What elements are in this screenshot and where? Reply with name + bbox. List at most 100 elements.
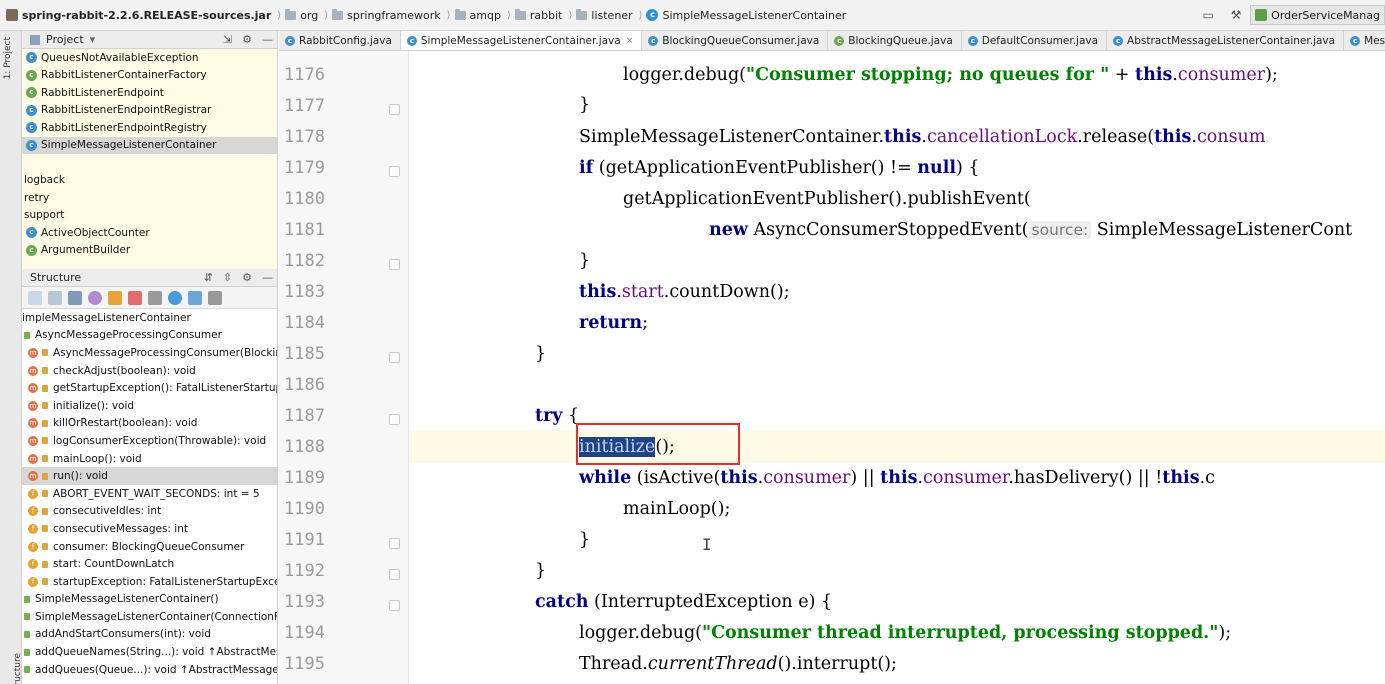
code-line-1177: } xyxy=(579,95,591,115)
expand-icon[interactable] xyxy=(208,290,222,305)
filter-icon[interactable] xyxy=(148,290,162,305)
structure-tree-item[interactable]: m getStartupException(): FatalListenerSta… xyxy=(22,379,277,397)
toolbar-right: ▭ ⚒ OrderServiceManag xyxy=(1194,4,1385,26)
autoscroll-icon[interactable] xyxy=(168,290,182,305)
hide-icon[interactable]: — xyxy=(262,271,273,284)
breadcrumb-amqp[interactable]: amqp xyxy=(454,8,501,22)
folder-icon xyxy=(332,8,344,20)
editor-tab[interactable]: c DefaultConsumer.java xyxy=(962,31,1108,50)
lambda-icon[interactable] xyxy=(188,290,202,305)
structure-tree-label: start: CountDownLatch xyxy=(53,558,175,571)
project-tree-item[interactable]: c RabbitListenerEndpointRegistry xyxy=(22,119,277,137)
breadcrumb-org[interactable]: org xyxy=(285,8,318,22)
dropdown-arrow-icon[interactable]: ▾ xyxy=(90,33,96,46)
private-lock-icon xyxy=(42,455,48,463)
show-fields-icon[interactable] xyxy=(108,290,122,305)
build-hammer-icon[interactable]: ⚒ xyxy=(1228,7,1244,23)
breadcrumb-listener[interactable]: listener xyxy=(576,8,633,22)
structure-tree-item[interactable]: f startupException: FatalListenerStartupE… xyxy=(22,573,277,591)
editor-tab[interactable]: c SimpleMessageListenerContainer.java × xyxy=(400,31,643,50)
editor-tab[interactable]: c BlockingQueue.java xyxy=(828,31,962,50)
collapse-all-icon[interactable]: ⇳ xyxy=(223,271,232,284)
class-icon: c xyxy=(1113,36,1124,46)
expand-all-icon[interactable]: ⇵ xyxy=(204,271,213,284)
structure-tree-label: startupException: FatalListenerStartupEx… xyxy=(53,575,278,588)
code-line-1187: try { xyxy=(535,406,580,426)
fold-marker-icon[interactable] xyxy=(389,352,400,363)
project-tree-item[interactable]: c SimpleMessageListenerContainer xyxy=(22,136,277,154)
structure-tree-item[interactable]: f ABORT_EVENT_WAIT_SECONDS: int = 5 xyxy=(22,485,277,503)
fold-marker-icon[interactable] xyxy=(389,259,400,270)
private-lock-icon xyxy=(42,384,48,392)
breadcrumb-jar[interactable]: spring-rabbit-2.2.6.RELEASE-sources.jar xyxy=(6,9,271,22)
breadcrumb-separator: ⟩ xyxy=(324,9,329,21)
show-non-public-icon[interactable] xyxy=(128,290,142,305)
sort-visibility-icon[interactable] xyxy=(48,290,62,305)
structure-tool-tab[interactable]: 7: Structure xyxy=(3,653,23,684)
structure-tree-item[interactable]: m run(): void xyxy=(22,467,277,485)
gear-icon[interactable]: ⚙ xyxy=(242,33,252,46)
structure-tree-item[interactable]: addQueues(Queue...): void ↑AbstractMessa… xyxy=(22,661,277,679)
visibility-icon xyxy=(24,630,30,638)
editor-tab-label: BlockingQueueConsumer.java xyxy=(662,35,820,47)
editor-tab[interactable]: c AbstractMessageListenerContainer.java xyxy=(1107,31,1345,50)
structure-tree-item[interactable]: SimpleMessageListenerContainer(Connectio… xyxy=(22,608,277,626)
method-icon: m xyxy=(28,435,38,446)
close-tab-icon[interactable]: × xyxy=(626,36,634,46)
structure-tree-item[interactable]: m initialize(): void xyxy=(22,397,277,415)
structure-tree-item[interactable]: AsyncMessageProcessingConsumer xyxy=(22,327,277,345)
structure-tree-item[interactable]: m mainLoop(): void xyxy=(22,450,277,468)
breadcrumb-class[interactable]: c SimpleMessageListenerContainer xyxy=(646,9,846,22)
fold-marker-icon[interactable] xyxy=(389,166,400,177)
project-tree-item[interactable]: c ArgumentBuilder xyxy=(22,242,277,260)
project-tree-item[interactable]: logback xyxy=(22,172,277,190)
project-tree-item[interactable]: c RabbitListenerContainerFactory xyxy=(22,67,277,85)
project-tree-item[interactable]: support xyxy=(22,207,277,225)
structure-tree-item[interactable]: f consumer: BlockingQueueConsumer xyxy=(22,538,277,556)
project-tree-item[interactable]: c RabbitListenerEndpointRegistrar xyxy=(22,102,277,120)
project-panel-header: Project ▾ ⇲ ⚙ — xyxy=(22,31,277,49)
structure-tree-item[interactable]: addQueueNames(String...): void ↑Abstract… xyxy=(22,643,277,661)
collapse-all-icon[interactable]: ⇲ xyxy=(223,33,232,46)
fold-marker-icon[interactable] xyxy=(389,600,400,611)
breadcrumb-separator: ⟩ xyxy=(446,9,451,21)
navigation-bar: spring-rabbit-2.2.6.RELEASE-sources.jar … xyxy=(0,0,1385,31)
project-tree-item[interactable]: retry xyxy=(22,189,277,207)
fold-marker-icon[interactable] xyxy=(389,538,400,549)
editor-tab[interactable]: c BlockingQueueConsumer.java xyxy=(642,31,829,50)
project-tool-tab[interactable]: 1: Project xyxy=(3,37,13,79)
structure-tree-item[interactable]: impleMessageListenerContainer xyxy=(22,309,277,327)
project-tree-item[interactable]: c RabbitListenerEndpoint xyxy=(22,84,277,102)
structure-tree-item[interactable]: m logConsumerException(Throwable): void xyxy=(22,432,277,450)
fold-marker-icon[interactable] xyxy=(389,414,400,425)
structure-tree-item[interactable]: m killOrRestart(boolean): void xyxy=(22,415,277,433)
project-tree-item[interactable]: c ActiveObjectCounter xyxy=(22,224,277,242)
project-tree-item[interactable]: c QueuesNotAvailableException xyxy=(22,49,277,67)
sort-alpha-icon[interactable] xyxy=(28,290,42,305)
show-inherited-icon[interactable] xyxy=(68,290,82,305)
breadcrumb-springframework[interactable]: springframework xyxy=(332,8,441,22)
structure-tree: impleMessageListenerContainer AsyncMessag… xyxy=(22,309,277,678)
show-properties-icon[interactable] xyxy=(88,290,102,305)
structure-tree-item[interactable]: f consecutiveIdles: int xyxy=(22,503,277,521)
structure-tree-item[interactable]: SimpleMessageListenerContainer() xyxy=(22,591,277,609)
editor-tab[interactable]: c RabbitConfig.java xyxy=(279,31,401,50)
structure-tree-item[interactable]: m AsyncMessageProcessingConsumer(Blocking… xyxy=(22,344,277,362)
fold-marker-icon[interactable] xyxy=(389,104,400,115)
structure-tree-item[interactable]: f consecutiveMessages: int xyxy=(22,520,277,538)
project-tree-item[interactable] xyxy=(22,154,277,172)
code-line-1181: new AsyncConsumerStoppedEvent(source: Si… xyxy=(709,220,1353,240)
hide-icon[interactable]: — xyxy=(262,33,273,46)
fold-marker-icon[interactable] xyxy=(389,569,400,580)
code-editor[interactable]: 1176 1177 1178 1179 1180 1181 1182 1183 1184 1185… xyxy=(279,51,1385,684)
structure-tree-item[interactable]: f start: CountDownLatch xyxy=(22,555,277,573)
structure-tree-item[interactable]: m checkAdjust(boolean): void xyxy=(22,362,277,380)
method-icon: m xyxy=(28,347,38,358)
run-configuration-selector[interactable]: OrderServiceManag xyxy=(1250,5,1385,25)
gear-icon[interactable]: ⚙ xyxy=(242,271,252,284)
breadcrumb-rabbit[interactable]: rabbit xyxy=(514,8,562,22)
window-icon[interactable]: ▭ xyxy=(1200,7,1216,23)
structure-tree-label: run(): void xyxy=(53,470,108,483)
structure-tree-item[interactable]: addAndStartConsumers(int): void xyxy=(22,626,277,644)
editor-tab[interactable]: cMessag xyxy=(1344,31,1385,50)
